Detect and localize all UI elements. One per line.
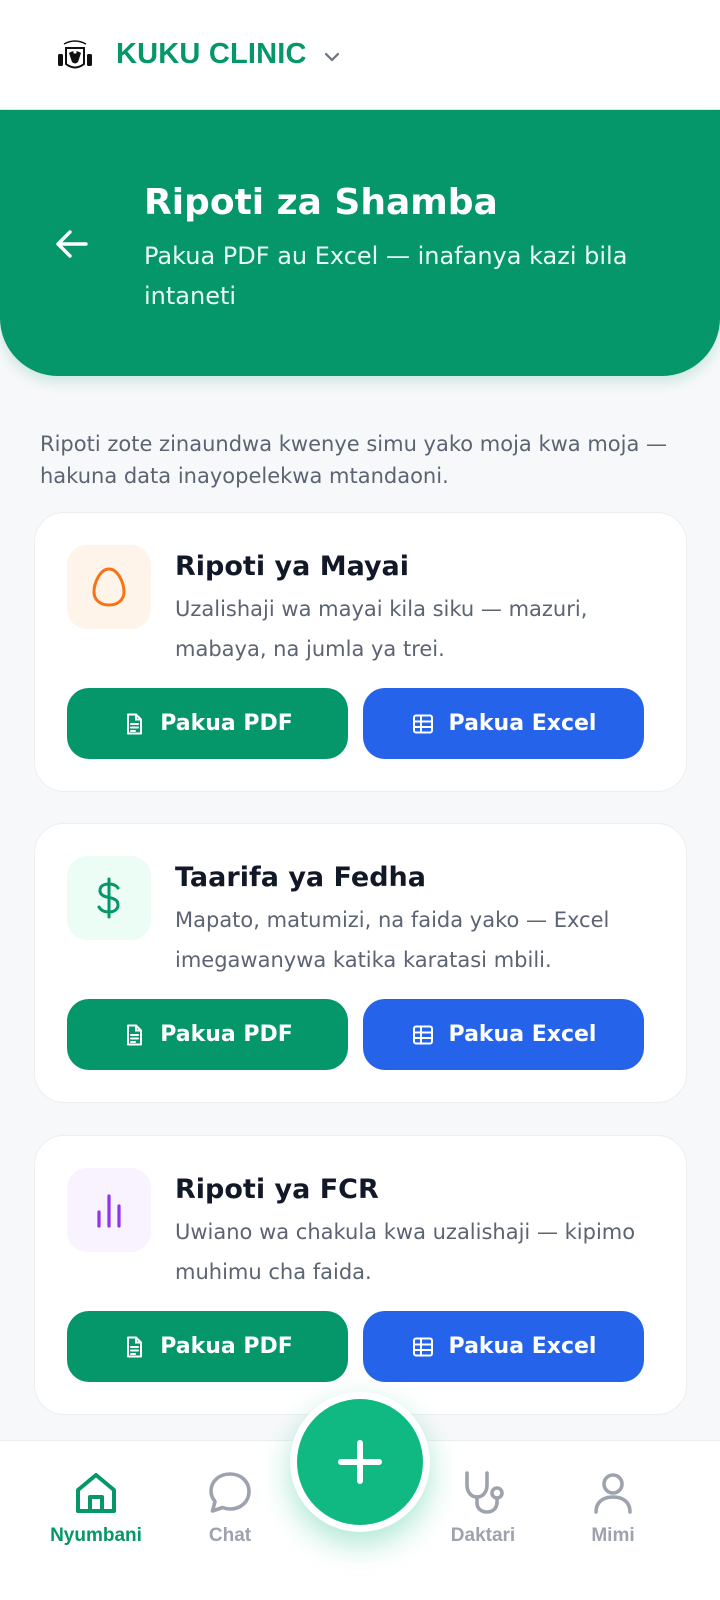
page-subtitle: Pakua PDF au Excel — inafanya kazi bila … bbox=[144, 242, 628, 310]
page-title: Ripoti za Shamba bbox=[144, 182, 498, 223]
download-excel-label: Pakua Excel bbox=[448, 1334, 597, 1359]
report-title: Taarifa ya Fedha bbox=[175, 862, 426, 893]
bar-chart-icon-badge bbox=[67, 1168, 151, 1252]
download-pdf-label: Pakua PDF bbox=[160, 1022, 293, 1047]
table-icon bbox=[412, 1337, 433, 1356]
egg-icon bbox=[92, 567, 126, 607]
dollar-icon-badge bbox=[67, 856, 151, 940]
nav-item-doctor[interactable]: Daktari bbox=[423, 1469, 543, 1547]
download-pdf-button[interactable]: Pakua PDF bbox=[67, 999, 348, 1070]
arrow-left-icon[interactable] bbox=[52, 224, 92, 264]
report-card-finance: Taarifa ya Fedha Mapato, matumizi, na fa… bbox=[34, 823, 687, 1103]
download-excel-label: Pakua Excel bbox=[448, 711, 597, 736]
report-description: Uwiano wa chakula kwa uzalishaji — kipim… bbox=[175, 1220, 636, 1284]
nav-label: Daktari bbox=[450, 1525, 516, 1546]
bar-chart-icon bbox=[97, 1194, 121, 1228]
nav-item-chat[interactable]: Chat bbox=[170, 1469, 290, 1547]
download-pdf-label: Pakua PDF bbox=[160, 1334, 293, 1359]
nav-label: Mimi bbox=[591, 1525, 635, 1546]
file-text-icon bbox=[127, 1024, 143, 1045]
add-button[interactable] bbox=[297, 1399, 423, 1525]
download-pdf-button[interactable]: Pakua PDF bbox=[67, 1311, 348, 1382]
plus-icon bbox=[338, 1440, 382, 1484]
stethoscope-icon bbox=[465, 1471, 504, 1514]
report-title: Ripoti ya FCR bbox=[175, 1174, 379, 1205]
report-description: Uzalishaji wa mayai kila siku — mazuri, … bbox=[175, 597, 588, 661]
report-title: Ripoti ya Mayai bbox=[175, 551, 410, 582]
file-text-icon bbox=[127, 1336, 143, 1357]
download-excel-button[interactable]: Pakua Excel bbox=[363, 1311, 644, 1382]
download-excel-label: Pakua Excel bbox=[448, 1022, 597, 1047]
download-pdf-label: Pakua PDF bbox=[160, 711, 293, 736]
top-bar: KUKU CLINIC bbox=[0, 0, 720, 110]
download-pdf-button[interactable]: Pakua PDF bbox=[67, 688, 348, 759]
home-icon bbox=[76, 1473, 116, 1513]
app-name[interactable]: KUKU CLINIC bbox=[116, 38, 307, 71]
dollar-icon bbox=[97, 877, 120, 919]
download-excel-button[interactable]: Pakua Excel bbox=[363, 999, 644, 1070]
egg-icon-badge bbox=[67, 545, 151, 629]
chevron-down-icon[interactable] bbox=[320, 45, 344, 69]
report-card-eggs: Ripoti ya Mayai Uzalishaji wa mayai kila… bbox=[34, 512, 687, 792]
rooster-logo-icon bbox=[58, 40, 92, 69]
table-icon bbox=[412, 1025, 433, 1044]
nav-item-profile[interactable]: Mimi bbox=[553, 1469, 673, 1547]
nav-label: Chat bbox=[208, 1525, 252, 1546]
user-icon bbox=[594, 1473, 632, 1514]
report-description: Mapato, matumizi, na faida yako — Excel … bbox=[175, 908, 610, 972]
file-text-icon bbox=[127, 713, 143, 734]
nav-item-home[interactable]: Nyumbani bbox=[36, 1469, 156, 1547]
chat-icon bbox=[209, 1472, 251, 1513]
intro-text: Ripoti zote zinaundwa kwenye simu yako m… bbox=[40, 432, 668, 488]
download-excel-button[interactable]: Pakua Excel bbox=[363, 688, 644, 759]
nav-label: Nyumbani bbox=[50, 1525, 142, 1546]
table-icon bbox=[412, 714, 433, 733]
report-card-fcr: Ripoti ya FCR Uwiano wa chakula kwa uzal… bbox=[34, 1135, 687, 1415]
